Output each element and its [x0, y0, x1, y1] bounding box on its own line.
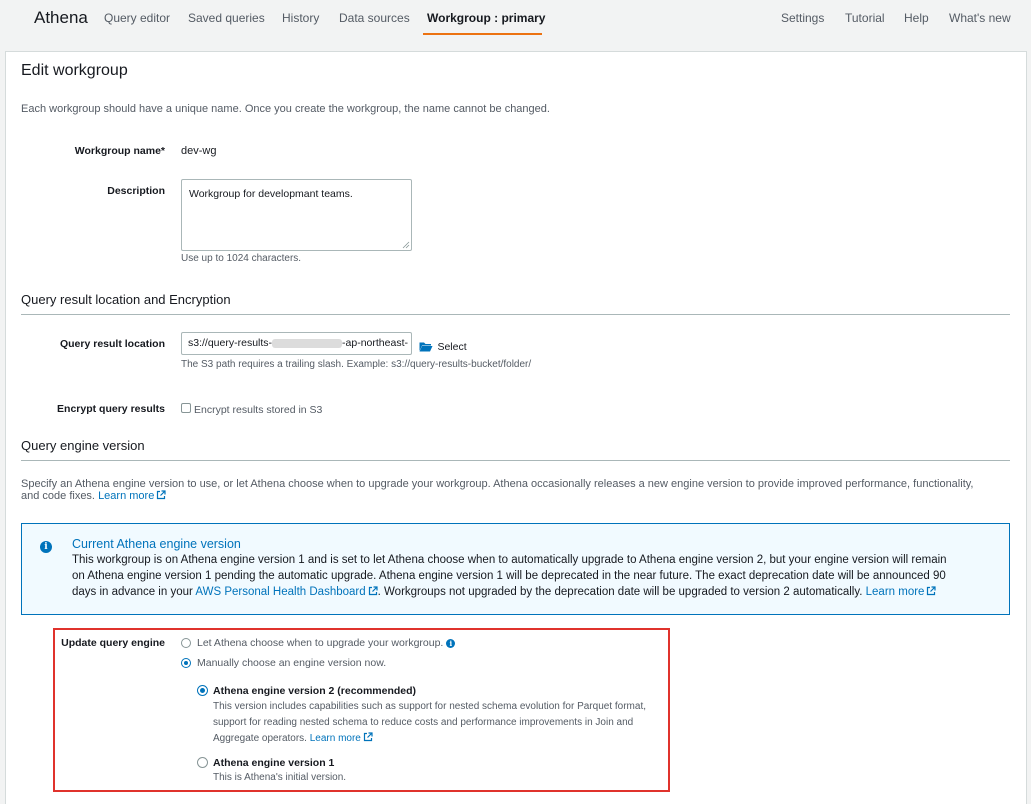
engine-intro-line2: and code fixes. Learn more — [21, 490, 166, 502]
description-textarea[interactable]: Workgroup for developmant teams. — [181, 179, 412, 251]
radio-auto-upgrade[interactable] — [181, 638, 191, 648]
engine-v2-learn-more-link[interactable]: Learn more — [309, 732, 373, 744]
engine-v1-desc: This is Athena's initial version. — [213, 772, 347, 783]
resize-grip-icon[interactable] — [402, 241, 410, 249]
nav-active-underline — [423, 33, 542, 35]
engine-v2-desc3: Aggregate operators. Learn more — [213, 731, 373, 747]
external-link-icon — [368, 586, 378, 596]
engine-v2-learn-more-label: Learn more — [309, 733, 361, 744]
engine-v2-desc3-text: Aggregate operators. — [213, 733, 307, 744]
info-line1: This workgroup is on Athena engine versi… — [72, 554, 947, 566]
engine-v2-desc2: support for reading nested schema to red… — [213, 717, 634, 728]
engine-learn-more-link[interactable]: Learn more — [98, 490, 166, 502]
location-hint: The S3 path requires a trailing slash. E… — [181, 359, 532, 370]
redacted-account-id — [272, 338, 343, 348]
select-location-button[interactable]: Select — [419, 337, 467, 353]
top-nav: Athena Query editor Saved queries Histor… — [0, 0, 1031, 36]
location-prefix: s3://query-results- — [188, 337, 273, 349]
location-suffix: -ap-northeast- — [342, 337, 408, 349]
info-line3-post: . Workgroups not upgraded by the depreca… — [377, 586, 863, 598]
workgroup-name-label: Workgroup name* — [74, 145, 165, 157]
encrypt-checkbox[interactable] — [181, 403, 191, 413]
nav-workgroup[interactable]: Workgroup : primary — [427, 11, 545, 25]
nav-whats-new[interactable]: What's new — [949, 11, 1011, 25]
page-intro: Each workgroup should have a unique name… — [21, 103, 550, 115]
option-auto-label: Let Athena choose when to upgrade your w… — [197, 637, 456, 649]
select-button-label: Select — [437, 341, 467, 353]
info-line3: days in advance in your AWS Personal Hea… — [72, 586, 937, 598]
option-manual-label: Manually choose an engine version now. — [197, 657, 387, 669]
result-section-heading: Query result location and Encryption — [21, 292, 231, 307]
update-engine-label: Update query engine — [61, 637, 165, 649]
info-line2: on Athena engine version 1 pending the a… — [72, 570, 946, 582]
folder-open-icon — [419, 342, 433, 352]
nav-help[interactable]: Help — [904, 11, 929, 25]
radio-engine-v1[interactable] — [197, 757, 208, 768]
section-divider — [21, 460, 1010, 461]
nav-data-sources[interactable]: Data sources — [339, 11, 410, 25]
engine-intro-text: and code fixes. — [21, 490, 95, 502]
workgroup-name-value: dev-wg — [181, 145, 217, 157]
nav-tutorial[interactable]: Tutorial — [845, 11, 885, 25]
option-auto-text: Let Athena choose when to upgrade your w… — [197, 637, 444, 649]
radio-manual-choose[interactable] — [181, 658, 191, 668]
info-title: Current Athena engine version — [72, 537, 241, 551]
external-link-icon — [363, 732, 373, 742]
engine-v1-title: Athena engine version 1 — [213, 757, 335, 769]
info-icon[interactable]: i — [446, 639, 456, 648]
query-result-location-input[interactable]: s3://query-results- -ap-northeast- — [181, 332, 412, 355]
health-dashboard-label: AWS Personal Health Dashboard — [195, 586, 366, 598]
external-link-icon — [927, 586, 937, 596]
query-result-location-label: Query result location — [59, 338, 165, 350]
description-hint: Use up to 1024 characters. — [181, 253, 302, 264]
info-line3-pre: days in advance in your — [72, 586, 193, 598]
external-link-icon — [157, 490, 166, 500]
encrypt-label: Encrypt query results — [57, 403, 165, 415]
nav-saved-queries[interactable]: Saved queries — [188, 11, 265, 25]
engine-intro-line1: Specify an Athena engine version to use,… — [21, 478, 974, 490]
engine-section-heading: Query engine version — [21, 438, 145, 453]
description-label: Description — [107, 185, 165, 197]
info-learn-more-link[interactable]: Learn more — [866, 586, 937, 598]
nav-settings[interactable]: Settings — [781, 11, 824, 25]
engine-learn-more-label: Learn more — [98, 490, 155, 502]
encrypt-checkbox-label: Encrypt results stored in S3 — [194, 404, 323, 416]
info-icon: i — [40, 541, 52, 553]
nav-history[interactable]: History — [282, 11, 319, 25]
info-learn-more-label: Learn more — [865, 586, 925, 598]
radio-engine-v2[interactable] — [197, 685, 208, 696]
page-title: Edit workgroup — [21, 62, 128, 79]
health-dashboard-link[interactable]: AWS Personal Health Dashboard — [195, 586, 378, 598]
section-divider — [21, 314, 1010, 315]
engine-v2-title: Athena engine version 2 (recommended) — [213, 685, 417, 697]
nav-query-editor[interactable]: Query editor — [104, 11, 170, 25]
brand-logo[interactable]: Athena — [34, 8, 88, 28]
engine-v2-desc1: This version includes capabilities such … — [213, 701, 646, 712]
